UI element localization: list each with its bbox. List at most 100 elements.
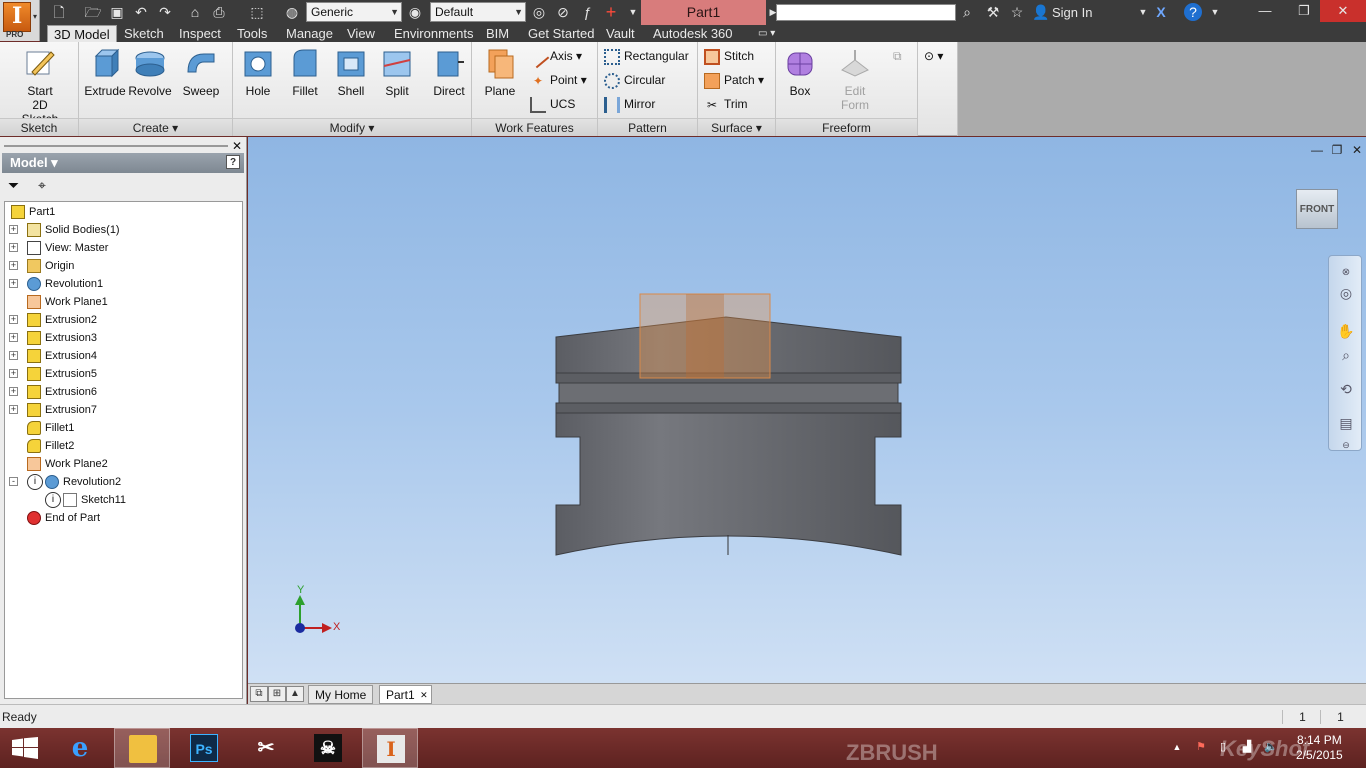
- tab-view[interactable]: View: [341, 25, 381, 42]
- expand-icon[interactable]: +: [9, 351, 18, 360]
- tab-3d-model[interactable]: 3D Model: [47, 25, 117, 42]
- appearance-ball-icon[interactable]: ◉: [406, 3, 424, 21]
- split-button[interactable]: Split: [373, 46, 421, 98]
- chevron-down-icon[interactable]: ▼: [624, 3, 642, 21]
- tree-item[interactable]: Fillet2: [5, 437, 241, 455]
- chevron-down-icon[interactable]: ▼: [1134, 3, 1152, 21]
- tab-vault[interactable]: Vault: [600, 25, 641, 42]
- hole-button[interactable]: Hole: [234, 46, 282, 98]
- expand-icon[interactable]: +: [9, 243, 18, 252]
- tree-item[interactable]: + Extrusion2: [5, 311, 241, 329]
- expand-icon[interactable]: +: [9, 387, 18, 396]
- taskbar-internet-explorer[interactable]: e: [52, 728, 108, 768]
- adjust-icon[interactable]: ◎: [530, 3, 548, 21]
- tab-my-home[interactable]: My Home: [308, 685, 374, 704]
- expand-icon[interactable]: +: [9, 225, 18, 234]
- taskbar-photoshop[interactable]: Ps: [176, 728, 232, 768]
- cascade-windows-icon[interactable]: ⧉: [250, 686, 268, 702]
- tree-item[interactable]: + Extrusion5: [5, 365, 241, 383]
- print-icon[interactable]: ⎙: [210, 3, 228, 21]
- filter-icon[interactable]: ⏷: [8, 177, 19, 194]
- tab-list-icon[interactable]: ▲: [286, 686, 304, 702]
- tree-item[interactable]: Work Plane2: [5, 455, 241, 473]
- browser-grip[interactable]: [4, 145, 228, 147]
- network-signal-icon[interactable]: ▟: [1240, 740, 1254, 754]
- piston-model[interactable]: [248, 137, 1366, 683]
- patch-button[interactable]: Patch ▾: [704, 70, 764, 90]
- ribbon-dropdown-icon[interactable]: ⊙ ▾: [924, 46, 943, 66]
- tab-sketch[interactable]: Sketch: [118, 25, 170, 42]
- sign-in-link[interactable]: Sign In: [1052, 5, 1092, 20]
- start-2d-sketch-button[interactable]: Start 2D Sketch: [14, 46, 66, 126]
- help-search-input[interactable]: [776, 4, 956, 21]
- tile-windows-icon[interactable]: ⊞: [268, 686, 286, 702]
- circular-pattern-button[interactable]: Circular: [604, 70, 665, 90]
- create-panel-label[interactable]: Create ▾: [79, 118, 232, 136]
- windows-start-icon[interactable]: [12, 737, 38, 759]
- search-binoculars-icon[interactable]: ⌕: [958, 3, 976, 21]
- favorites-star-icon[interactable]: ☆: [1008, 3, 1026, 21]
- undo-icon[interactable]: ↶: [132, 3, 150, 21]
- add-plus-icon[interactable]: +: [602, 3, 620, 21]
- tree-item[interactable]: Part1: [5, 203, 241, 221]
- color-override-icon[interactable]: ◍: [283, 3, 301, 21]
- battery-icon[interactable]: ▯: [1216, 740, 1230, 754]
- mirror-button[interactable]: Mirror: [604, 94, 655, 114]
- help-icon[interactable]: ?: [1184, 3, 1202, 21]
- fillet-button[interactable]: Fillet: [281, 46, 329, 98]
- modify-panel-label[interactable]: Modify ▾: [233, 118, 471, 136]
- close-tab-icon[interactable]: ✕: [420, 686, 428, 704]
- tab-bim[interactable]: BIM: [480, 25, 515, 42]
- open-folder-icon[interactable]: 🗁: [84, 3, 102, 21]
- taskbar-clock[interactable]: 8:14 PM 2/5/2015: [1296, 733, 1343, 763]
- exchange-x-icon[interactable]: X: [1152, 3, 1170, 21]
- taskbar-paint-tool[interactable]: ✂: [238, 728, 294, 768]
- tree-item[interactable]: End of Part: [5, 509, 241, 527]
- user-icon[interactable]: 👤: [1032, 3, 1050, 21]
- surface-panel-label[interactable]: Surface ▾: [698, 118, 775, 136]
- freeform-box-button[interactable]: Box: [776, 46, 824, 98]
- expand-icon[interactable]: +: [9, 279, 18, 288]
- redo-icon[interactable]: ↷: [156, 3, 174, 21]
- taskbar-inventor[interactable]: I: [362, 728, 418, 768]
- tree-item[interactable]: + Extrusion7: [5, 401, 241, 419]
- material-select[interactable]: Generic ▼: [306, 2, 402, 22]
- revolve-button[interactable]: Revolve: [126, 46, 174, 98]
- communication-center-icon[interactable]: ⚒: [984, 3, 1002, 21]
- tree-item[interactable]: i Sketch11: [5, 491, 241, 509]
- tab-manage[interactable]: Manage: [280, 25, 339, 42]
- browser-header[interactable]: Model ▾ ?: [2, 153, 244, 173]
- expand-icon[interactable]: +: [9, 405, 18, 414]
- tree-item[interactable]: + Solid Bodies(1): [5, 221, 241, 239]
- sketch-panel-label[interactable]: Sketch: [0, 118, 78, 136]
- volume-icon[interactable]: 🔈: [1264, 740, 1278, 754]
- tab-part1[interactable]: Part1 ✕: [379, 685, 432, 704]
- rectangular-pattern-button[interactable]: Rectangular: [604, 46, 689, 66]
- tab-autodesk-360[interactable]: Autodesk 360: [647, 25, 739, 42]
- appearance-select[interactable]: Default ▼: [430, 2, 526, 22]
- convert-icon[interactable]: ⧉: [893, 46, 902, 66]
- direct-edit-button[interactable]: Direct: [425, 46, 473, 98]
- sweep-button[interactable]: Sweep: [177, 46, 225, 98]
- point-button[interactable]: ✦ Point ▾: [530, 70, 587, 90]
- restore-button[interactable]: ❐: [1288, 0, 1320, 22]
- minimize-button[interactable]: —: [1242, 0, 1288, 22]
- axis-button[interactable]: Axis ▾: [526, 45, 582, 69]
- tree-item[interactable]: + Origin: [5, 257, 241, 275]
- clear-override-icon[interactable]: ⊘: [554, 3, 572, 21]
- expand-icon[interactable]: +: [9, 315, 18, 324]
- new-file-icon[interactable]: 🗋: [50, 3, 68, 21]
- find-binoculars-icon[interactable]: ⌖: [38, 177, 46, 194]
- plane-button[interactable]: Plane: [476, 46, 524, 98]
- graphics-viewport[interactable]: — ❐ ✕ FRONT ⊗ ◎ ✋ ⌕ ⟲ ▤ ⊖ Y X: [248, 137, 1366, 683]
- tab-inspect[interactable]: Inspect: [173, 25, 227, 42]
- tree-item[interactable]: - i Revolution2: [5, 473, 241, 491]
- save-icon[interactable]: ▣: [108, 3, 126, 21]
- expand-icon[interactable]: +: [9, 333, 18, 342]
- browser-help-icon[interactable]: ?: [226, 155, 240, 169]
- stitch-button[interactable]: Stitch: [704, 46, 754, 66]
- tab-get-started[interactable]: Get Started: [522, 25, 600, 42]
- tray-expand-icon[interactable]: ▲: [1170, 740, 1184, 754]
- expand-icon[interactable]: +: [9, 369, 18, 378]
- action-center-flag-icon[interactable]: ⚑: [1194, 740, 1208, 754]
